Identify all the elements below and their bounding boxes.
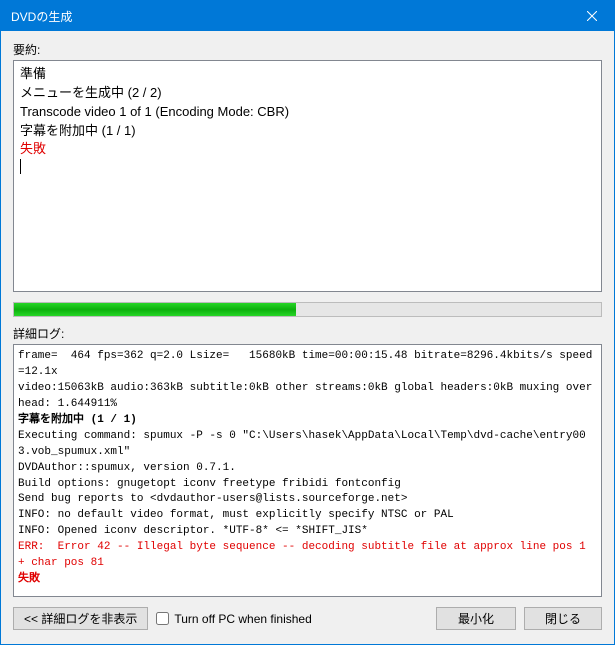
minimize-button[interactable]: 最小化	[436, 607, 516, 630]
summary-textarea[interactable]: 準備メニューを生成中 (2 / 2)Transcode video 1 of 1…	[13, 60, 602, 292]
progress-bar	[13, 302, 602, 317]
log-line: Send bug reports to <dvdauthor-users@lis…	[18, 492, 597, 508]
close-icon	[587, 11, 597, 21]
log-line: DVDAuthor::spumux, version 0.7.1.	[18, 461, 597, 477]
log-label: 詳細ログ:	[13, 325, 602, 342]
summary-line: 失敗	[20, 140, 595, 159]
log-textarea[interactable]: frame= 464 fps=362 q=2.0 Lsize= 15680kB …	[13, 344, 602, 597]
log-line: Build options: gnugetopt iconv freetype …	[18, 477, 597, 493]
summary-line: 字幕を附加中 (1 / 1)	[20, 122, 595, 141]
log-line: 字幕を附加中 (1 / 1)	[18, 413, 597, 429]
shutdown-checkbox[interactable]	[156, 612, 169, 625]
log-line: ERR: Error 42 -- Illegal byte sequence -…	[18, 540, 597, 572]
titlebar: DVDの生成	[1, 1, 614, 31]
progress-fill	[14, 303, 296, 316]
summary-label: 要約:	[13, 41, 602, 58]
summary-line: メニューを生成中 (2 / 2)	[20, 84, 595, 103]
shutdown-checkbox-group[interactable]: Turn off PC when finished	[156, 612, 311, 626]
log-line: frame= 464 fps=362 q=2.0 Lsize= 15680kB …	[18, 349, 597, 381]
hide-log-button[interactable]: << 詳細ログを非表示	[13, 607, 148, 630]
log-line: Executing command: spumux -P -s 0 "C:\Us…	[18, 429, 597, 461]
log-line: INFO: Opened iconv descriptor. *UTF-8* <…	[18, 524, 597, 540]
dialog-content: 要約: 準備メニューを生成中 (2 / 2)Transcode video 1 …	[1, 31, 614, 644]
titlebar-close-button[interactable]	[569, 1, 614, 31]
log-line: 失敗	[18, 572, 597, 588]
shutdown-checkbox-label: Turn off PC when finished	[174, 612, 311, 626]
close-button[interactable]: 閉じる	[524, 607, 602, 630]
log-line: video:15063kB audio:363kB subtitle:0kB o…	[18, 381, 597, 413]
text-cursor	[20, 159, 595, 180]
summary-line: 準備	[20, 65, 595, 84]
summary-line: Transcode video 1 of 1 (Encoding Mode: C…	[20, 103, 595, 122]
log-line: INFO: no default video format, must expl…	[18, 508, 597, 524]
footer-bar: << 詳細ログを非表示 Turn off PC when finished 最小…	[13, 607, 602, 634]
dialog-window: DVDの生成 要約: 準備メニューを生成中 (2 / 2)Transcode v…	[0, 0, 615, 645]
window-title: DVDの生成	[11, 8, 72, 25]
